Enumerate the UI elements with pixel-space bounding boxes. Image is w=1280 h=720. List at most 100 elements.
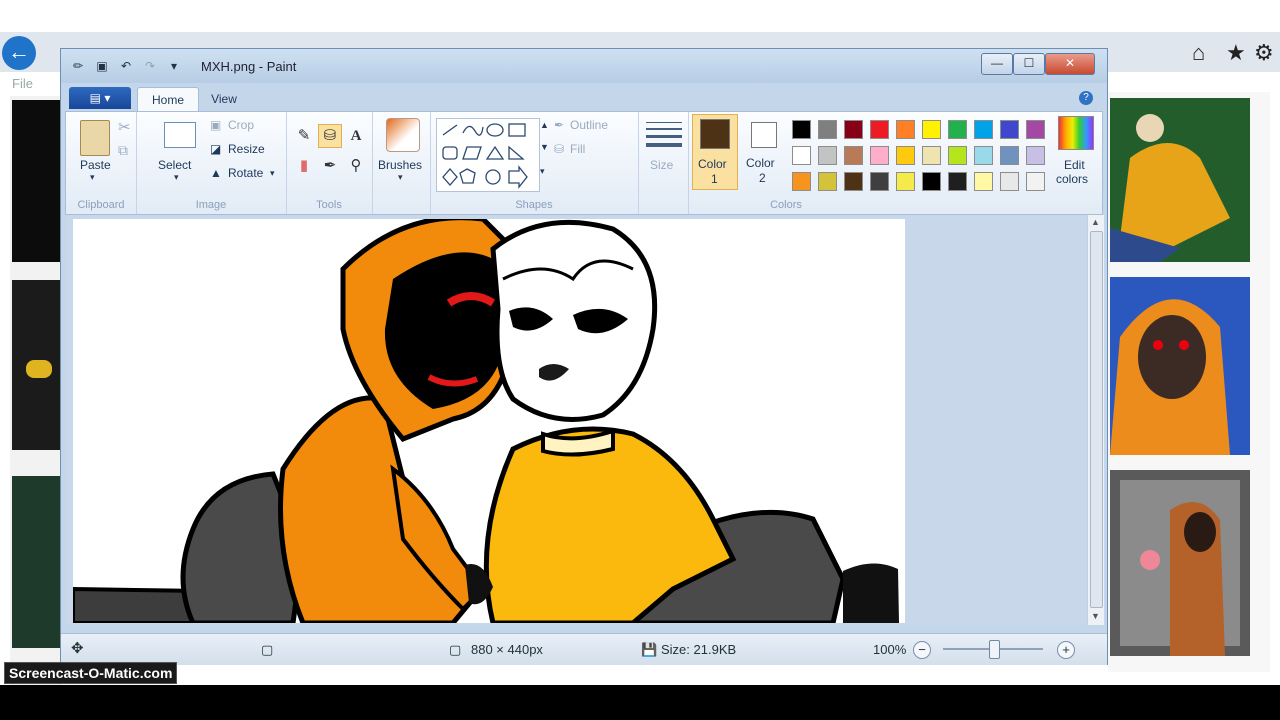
palette-swatch[interactable] — [792, 146, 811, 165]
palette-swatch[interactable] — [922, 120, 941, 139]
outline-button[interactable]: Outline — [570, 118, 608, 132]
minimize-button[interactable]: — — [981, 53, 1013, 75]
help-icon[interactable]: ? — [1079, 91, 1093, 105]
palette-swatch[interactable] — [1026, 146, 1045, 165]
palette-swatch[interactable] — [1026, 172, 1045, 191]
right-thumbnail[interactable] — [1110, 470, 1250, 656]
rotate-icon: ▲ — [210, 166, 222, 180]
text-tool-icon[interactable]: A — [344, 124, 368, 148]
palette-swatch[interactable] — [818, 120, 837, 139]
size-button[interactable]: Size — [650, 158, 673, 172]
paint-app-icon[interactable]: ✏ — [69, 57, 87, 75]
close-button[interactable]: ✕ — [1045, 53, 1095, 75]
paste-button[interactable]: Paste — [80, 158, 111, 172]
pencil-icon[interactable]: ✎ — [292, 124, 316, 148]
edit-colors-label[interactable]: Edit — [1064, 158, 1085, 172]
cut-icon[interactable]: ✂ — [118, 118, 131, 136]
select-dropdown-icon[interactable]: ▾ — [174, 172, 179, 183]
thumbnail-figure — [26, 360, 52, 378]
gear-icon[interactable]: ⚙ — [1254, 40, 1274, 66]
palette-swatch[interactable] — [844, 172, 863, 191]
right-thumbnail[interactable] — [1110, 277, 1250, 455]
palette-swatch[interactable] — [1000, 120, 1019, 139]
resize-button[interactable]: Resize — [228, 142, 265, 156]
brushes-dropdown-icon[interactable]: ▾ — [398, 172, 403, 183]
crop-button[interactable]: Crop — [228, 118, 254, 132]
image-group-label: Image — [195, 199, 227, 211]
select-button[interactable]: Select — [158, 158, 191, 172]
paste-icon[interactable] — [80, 120, 110, 156]
customize-toolbar-icon[interactable]: ▾ — [165, 57, 183, 75]
fill-button[interactable]: Fill — [570, 142, 585, 156]
left-thumbnail[interactable] — [12, 476, 62, 648]
palette-swatch[interactable] — [870, 120, 889, 139]
palette-swatch[interactable] — [922, 146, 941, 165]
tab-home[interactable]: Home — [137, 87, 199, 112]
palette-swatch[interactable] — [870, 146, 889, 165]
rotate-button[interactable]: Rotate — [228, 166, 263, 180]
tab-view[interactable]: View — [199, 87, 249, 111]
thumbnail-art — [1110, 98, 1250, 262]
left-thumbnail[interactable] — [12, 100, 62, 262]
palette-swatch[interactable] — [844, 120, 863, 139]
shapes-scroll-down-icon[interactable]: ▼ — [540, 142, 549, 152]
palette-swatch[interactable] — [948, 172, 967, 191]
scroll-down-icon[interactable]: ▼ — [1091, 611, 1100, 621]
back-arrow-icon[interactable]: ← — [2, 36, 36, 70]
right-thumbnail[interactable] — [1110, 98, 1250, 262]
scroll-up-icon[interactable]: ▲ — [1091, 217, 1100, 227]
palette-swatch[interactable] — [948, 146, 967, 165]
color1-button[interactable]: Color 1 — [692, 114, 738, 190]
palette-swatch[interactable] — [1000, 146, 1019, 165]
save-icon[interactable]: ▣ — [93, 57, 111, 75]
paint-menu-button[interactable]: ▤ ▾ — [69, 87, 131, 109]
palette-swatch[interactable] — [922, 172, 941, 191]
edit-colors-icon[interactable] — [1058, 116, 1094, 150]
edit-colors-label-2[interactable]: colors — [1056, 172, 1088, 186]
palette-swatch[interactable] — [896, 172, 915, 191]
color-picker-icon[interactable]: ✒ — [318, 154, 342, 178]
brushes-button[interactable]: Brushes — [378, 158, 422, 172]
zoom-in-button[interactable]: + — [1057, 641, 1075, 659]
palette-swatch[interactable] — [870, 172, 889, 191]
color2-button[interactable]: Color 2 — [740, 114, 786, 190]
palette-swatch[interactable] — [896, 146, 915, 165]
brushes-icon[interactable] — [386, 118, 420, 152]
paste-dropdown-icon[interactable]: ▾ — [90, 172, 95, 183]
zoom-level: 100% — [873, 642, 907, 657]
left-thumbnail[interactable] — [12, 280, 62, 450]
palette-swatch[interactable] — [974, 146, 993, 165]
palette-swatch[interactable] — [948, 120, 967, 139]
vertical-scrollbar[interactable]: ▲ ▼ — [1087, 215, 1104, 625]
file-menu[interactable]: File — [12, 76, 33, 91]
palette-swatch[interactable] — [792, 172, 811, 191]
palette-swatch[interactable] — [792, 120, 811, 139]
zoom-slider-thumb[interactable] — [989, 640, 1000, 659]
copy-icon[interactable]: ⧉ — [118, 142, 128, 159]
palette-swatch[interactable] — [1000, 172, 1019, 191]
star-icon[interactable]: ★ — [1226, 40, 1246, 66]
scrollbar-thumb[interactable] — [1090, 231, 1103, 608]
shapes-scroll-up-icon[interactable]: ▲ — [540, 120, 549, 130]
home-icon[interactable]: ⌂ — [1192, 40, 1205, 66]
palette-swatch[interactable] — [896, 120, 915, 139]
size-icon[interactable] — [646, 122, 682, 147]
rotate-dropdown-icon[interactable]: ▾ — [270, 168, 275, 179]
maximize-button[interactable]: ☐ — [1013, 53, 1045, 75]
zoom-out-button[interactable]: − — [913, 641, 931, 659]
fill-bucket-icon[interactable]: ⛁ — [318, 124, 342, 148]
undo-icon[interactable]: ↶ — [117, 57, 135, 75]
shapes-gallery[interactable] — [436, 118, 540, 192]
redo-icon[interactable]: ↷ — [141, 57, 159, 75]
palette-swatch[interactable] — [974, 172, 993, 191]
palette-swatch[interactable] — [818, 172, 837, 191]
select-icon[interactable] — [164, 122, 196, 148]
palette-swatch[interactable] — [818, 146, 837, 165]
palette-swatch[interactable] — [844, 146, 863, 165]
palette-swatch[interactable] — [974, 120, 993, 139]
palette-swatch[interactable] — [1026, 120, 1045, 139]
magnifier-icon[interactable]: ⚲ — [344, 154, 368, 178]
drawing-canvas[interactable] — [73, 219, 905, 623]
shapes-more-icon[interactable]: ▾ — [540, 166, 545, 177]
eraser-icon[interactable]: ▮ — [292, 154, 316, 178]
